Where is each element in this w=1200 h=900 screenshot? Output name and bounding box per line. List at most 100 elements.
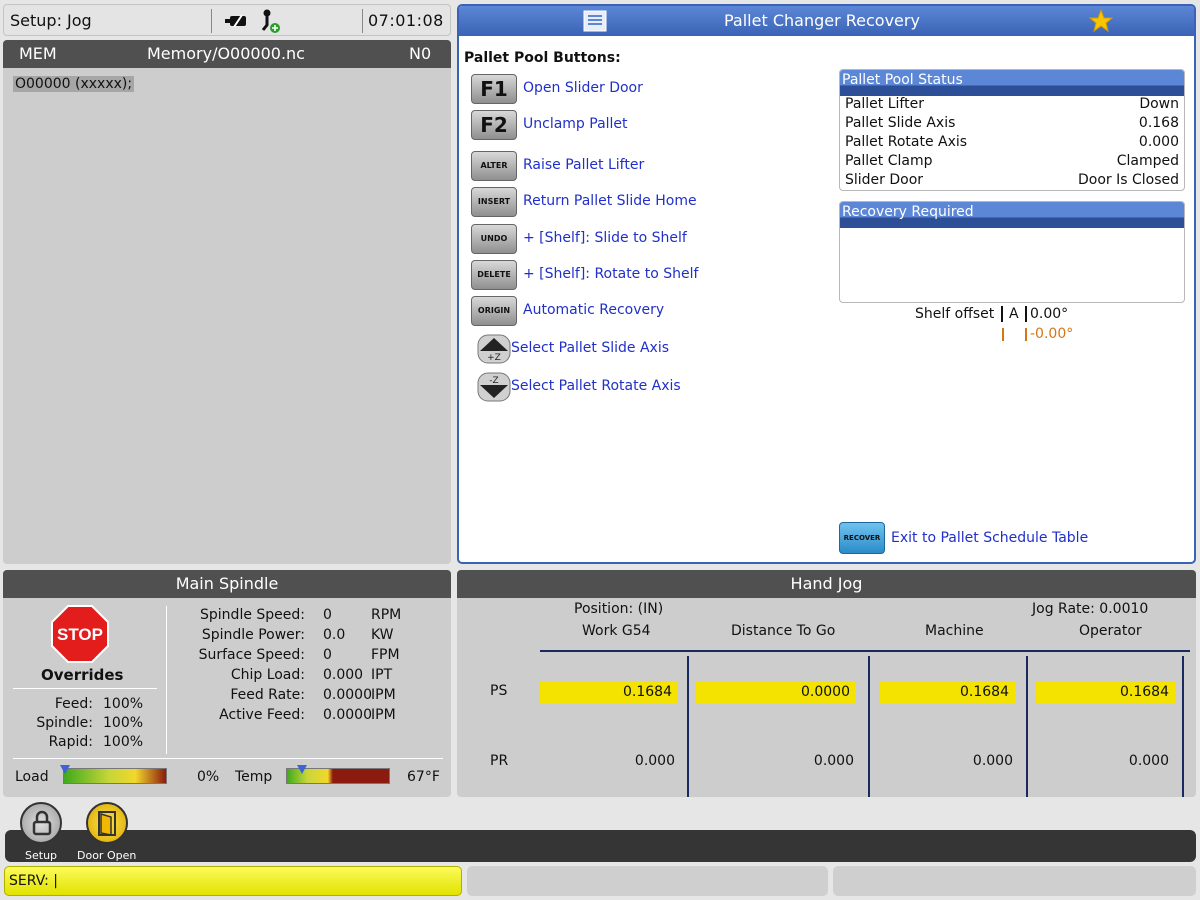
jog-plus-z-icon[interactable]: +Z (477, 334, 511, 364)
recovery-required-box: Recovery Required (839, 201, 1185, 303)
jog-plus-z-label: +Z (487, 353, 501, 363)
divider (1182, 656, 1184, 797)
ps-operator-value: 0.1684 (1035, 681, 1175, 703)
col-operator: Operator (1079, 623, 1142, 639)
divider (1025, 328, 1027, 341)
clock: 07:01:08 (368, 11, 444, 30)
status-slot-2 (467, 866, 828, 896)
status-row: Pallet Lifter Down (845, 96, 1179, 112)
alter-key[interactable]: ALTER (471, 151, 517, 181)
select-pallet-rotate-axis-link[interactable]: Select Pallet Rotate Axis (511, 378, 681, 394)
stop-icon[interactable]: STOP (51, 605, 109, 663)
divider (1002, 328, 1004, 341)
exit-to-pallet-schedule-link[interactable]: Exit to Pallet Schedule Table (891, 530, 1088, 546)
rotate-to-shelf-link[interactable]: + [Shelf]: Rotate to Shelf (523, 266, 698, 282)
return-pallet-slide-home-link[interactable]: Return Pallet Slide Home (523, 193, 697, 209)
ps-work-value: 0.1684 (540, 681, 678, 703)
stop-label: STOP (57, 625, 103, 644)
divider (1026, 656, 1028, 797)
spindle-stats: Spindle Speed: 0 RPM Spindle Power: 0.0 KW S… (198, 607, 402, 723)
origin-key[interactable]: ORIGIN (471, 296, 517, 326)
pallet-pool-status-box: Pallet Pool Status Pallet Lifter Down Pal… (839, 69, 1185, 191)
jog-rate: Jog Rate: 0.0010 (1032, 601, 1149, 617)
load-pointer-icon (60, 765, 70, 774)
pr-machine-value: 0.000 (972, 753, 1013, 769)
door-open-button[interactable] (86, 802, 128, 844)
select-pallet-slide-axis-link[interactable]: Select Pallet Slide Axis (511, 340, 669, 356)
mode-label: Setup: Jog (10, 11, 92, 30)
top-status-bar: Setup: Jog 07:01:08 (3, 4, 451, 36)
main-spindle-panel: Main Spindle STOP Overrides Feed: 100% Sp… (3, 570, 451, 797)
load-value: 0% (197, 769, 220, 785)
divider (687, 656, 689, 797)
overrides-list: Feed: 100% Spindle: 100% Rapid: 100% (36, 696, 144, 750)
program-file: Memory/O00000.nc (147, 44, 305, 63)
status-row: Pallet Clamp Clamped (845, 153, 1179, 169)
buttons-title: Pallet Pool Buttons: (464, 50, 621, 66)
setup-label: Setup (25, 849, 58, 862)
insert-key[interactable]: INSERT (471, 187, 517, 217)
load-meter (63, 768, 167, 784)
shelf-axis: A (1009, 306, 1019, 322)
divider (13, 688, 157, 689)
star-icon[interactable] (1089, 9, 1113, 33)
raise-pallet-lifter-link[interactable]: Raise Pallet Lifter (523, 157, 644, 173)
robot-arm-icon (261, 9, 280, 33)
coolant-icon (225, 14, 246, 28)
delete-key[interactable]: DELETE (471, 260, 517, 290)
col-machine: Machine (925, 623, 984, 639)
f1-key[interactable]: F1 (471, 74, 517, 104)
shelf-value: 0.00° (1030, 306, 1069, 322)
pr-operator-value: 0.000 (1128, 753, 1169, 769)
open-slider-door-link[interactable]: Open Slider Door (523, 80, 643, 96)
line-number: N0 (409, 44, 432, 63)
status-row: Pallet Rotate Axis 0.000 (845, 134, 1179, 150)
spindle-header: Main Spindle (3, 570, 451, 598)
pcr-title: Pallet Changer Recovery (724, 11, 920, 30)
col-distance-to-go: Distance To Go (731, 623, 836, 639)
undo-key[interactable]: UNDO (471, 224, 517, 254)
program-panel[interactable]: MEM Memory/O00000.nc N0 O00000 (xxxxx); (3, 40, 451, 564)
recovery-title: Recovery Required (840, 202, 1184, 228)
hand-jog-panel: Hand Jog Position: (IN) Jog Rate: 0.0010… (457, 570, 1196, 797)
load-label: Load (15, 769, 49, 785)
axis-ps: PS (490, 683, 508, 699)
lock-icon (32, 810, 52, 836)
pr-work-value: 0.000 (634, 753, 675, 769)
pr-distance-value: 0.000 (813, 753, 854, 769)
program-code-line[interactable]: O00000 (xxxxx); (13, 76, 135, 92)
ps-distance-value: 0.0000 (696, 681, 856, 703)
status-row: Slider Door Door Is Closed (845, 172, 1179, 188)
position-label: Position: (IN) (574, 601, 664, 617)
setup-button[interactable] (20, 802, 62, 844)
temp-value: 67°F (407, 769, 440, 785)
hand-jog-header: Hand Jog (457, 570, 1196, 598)
recover-key[interactable]: RECOVER (839, 522, 885, 554)
divider (362, 9, 363, 33)
status-slot-3 (833, 866, 1196, 896)
serv-input[interactable]: SERV: | (4, 866, 462, 896)
menu-icon[interactable] (583, 10, 607, 32)
unclamp-pallet-link[interactable]: Unclamp Pallet (523, 116, 628, 132)
slide-to-shelf-link[interactable]: + [Shelf]: Slide to Shelf (523, 230, 687, 246)
door-icon (98, 811, 116, 836)
divider (166, 606, 167, 754)
pcr-header: Pallet Changer Recovery (459, 6, 1194, 36)
overrides-label: Overrides (41, 666, 124, 684)
temp-pointer-icon (297, 765, 307, 774)
program-header: MEM Memory/O00000.nc N0 (3, 40, 451, 68)
f2-key[interactable]: F2 (471, 110, 517, 140)
jog-minus-z-label: -Z (489, 376, 498, 386)
status-title: Pallet Pool Status (840, 70, 1184, 96)
axis-pr: PR (490, 753, 509, 769)
shelf-value-secondary: -0.00° (1030, 326, 1074, 342)
divider (13, 758, 443, 759)
pallet-changer-recovery-panel: Pallet Changer Recovery Pallet Pool Butt… (457, 4, 1196, 564)
divider (1025, 306, 1027, 322)
divider (540, 650, 1190, 652)
jog-minus-z-icon[interactable]: -Z (477, 372, 511, 402)
bottom-icon-bar (5, 830, 1196, 862)
divider (211, 9, 212, 33)
automatic-recovery-link[interactable]: Automatic Recovery (523, 302, 664, 318)
door-open-label: Door Open (77, 849, 137, 862)
